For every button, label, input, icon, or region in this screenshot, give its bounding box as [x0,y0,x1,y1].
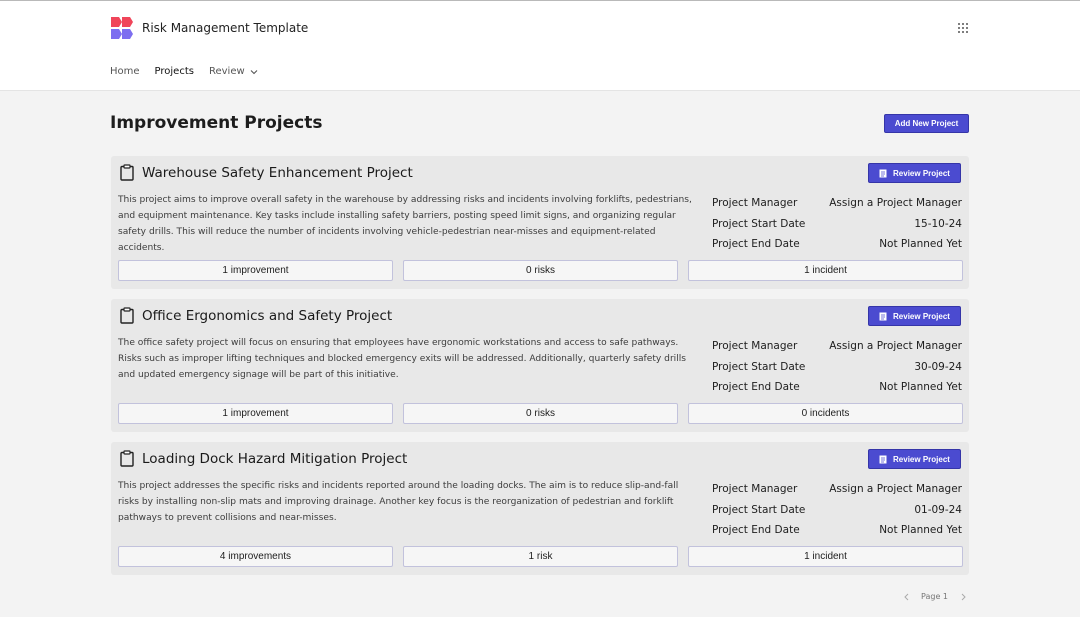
pagination: Page 1 [903,592,967,601]
incidents-count-button[interactable]: 1 incident [688,260,963,281]
clipboard-icon [120,164,134,181]
project-title: Loading Dock Hazard Mitigation Project [142,450,408,467]
clipboard-icon [120,307,134,324]
project-description: This project aims to improve overall saf… [118,195,692,253]
review-project-label: Review Project [893,311,950,321]
start-date-value: 15-10-24 [914,217,962,230]
end-date-label: Project End Date [712,238,800,251]
project-description: This project addresses the specific risk… [118,481,679,523]
review-project-button[interactable]: Review Project [868,163,961,183]
brand[interactable]: Risk Management Template [110,16,308,40]
start-date-label: Project Start Date [712,503,806,516]
incidents-count-button[interactable]: 0 incidents [688,403,963,424]
start-date-value: 01-09-24 [914,503,962,516]
project-title: Office Ergonomics and Safety Project [142,307,393,324]
start-date-label: Project Start Date [712,360,806,373]
add-new-project-button[interactable]: Add New Project [884,114,969,133]
manager-label: Project Manager [712,197,798,210]
top-bar: Risk Management Template Home Projects R… [0,0,1080,91]
improvements-count-button[interactable]: 1 improvement [118,403,393,424]
manager-label: Project Manager [712,483,798,496]
start-date-value: 30-09-24 [914,360,962,373]
chevron-right-icon[interactable] [960,593,967,601]
chevron-left-icon[interactable] [903,593,910,601]
improvements-count-button[interactable]: 1 improvement [118,260,393,281]
main-nav: Home Projects Review [110,66,273,77]
end-date-label: Project End Date [712,381,800,394]
app-logo-icon [111,17,133,39]
end-date-label: Project End Date [712,524,800,537]
end-date-value: Not Planned Yet [879,238,962,251]
nav-review-label: Review [208,66,245,77]
end-date-value: Not Planned Yet [879,524,962,537]
risks-count-button[interactable]: 0 risks [403,260,678,281]
document-icon [879,169,887,177]
document-icon [879,455,887,463]
manager-label: Project Manager [712,340,798,353]
project-card: Loading Dock Hazard Mitigation Project R… [111,442,969,575]
apps-grid-icon[interactable] [957,22,969,34]
app-title: Risk Management Template [142,21,309,35]
document-icon [879,312,887,320]
manager-value: Assign a Project Manager [829,197,962,210]
project-meta: Project Manager Assign a Project Manager … [712,193,962,255]
nav-review[interactable]: Review [209,66,258,77]
review-project-button[interactable]: Review Project [868,449,961,469]
improvements-count-button[interactable]: 4 improvements [118,546,393,567]
chevron-down-icon [250,69,258,74]
review-project-label: Review Project [893,168,950,178]
project-title: Warehouse Safety Enhancement Project [142,164,413,181]
risks-count-button[interactable]: 0 risks [403,403,678,424]
incidents-count-button[interactable]: 1 incident [688,546,963,567]
nav-home[interactable]: Home [110,66,140,77]
manager-value: Assign a Project Manager [829,483,962,496]
project-card: Office Ergonomics and Safety Project Rev… [111,299,969,432]
page-indicator: Page 1 [921,592,948,601]
review-project-button[interactable]: Review Project [868,306,961,326]
page-title: Improvement Projects [110,113,323,133]
clipboard-icon [120,450,134,467]
review-project-label: Review Project [893,454,950,464]
project-card: Warehouse Safety Enhancement Project Rev… [111,156,969,289]
start-date-label: Project Start Date [712,217,806,230]
risks-count-button[interactable]: 1 risk [403,546,678,567]
project-meta: Project Manager Assign a Project Manager … [712,336,962,398]
nav-projects[interactable]: Projects [155,66,194,77]
project-meta: Project Manager Assign a Project Manager … [712,479,962,541]
project-description: The office safety project will focus on … [118,338,687,380]
manager-value: Assign a Project Manager [829,340,962,353]
end-date-value: Not Planned Yet [879,381,962,394]
